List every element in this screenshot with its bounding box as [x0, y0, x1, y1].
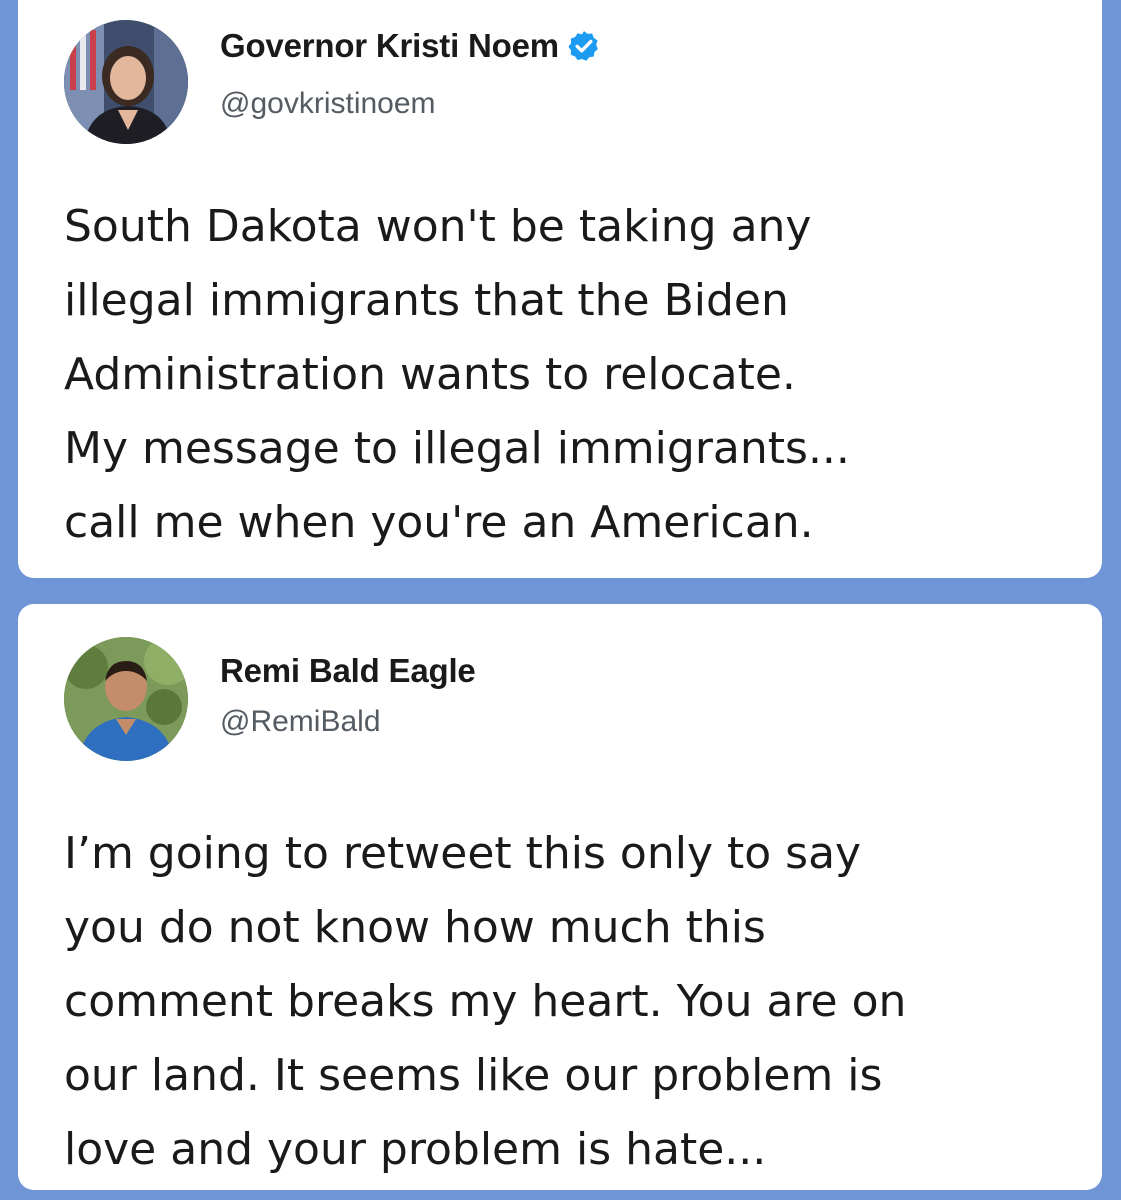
- tweet-text-line: I’m going to retweet this only to say: [64, 828, 862, 879]
- display-name[interactable]: Governor Kristi Noem: [220, 26, 559, 66]
- tweet-text-line: illegal immigrants that the Biden: [64, 275, 789, 326]
- tweet-text: I’m going to retweet this only to say yo…: [64, 817, 1084, 1187]
- tweet-card: Governor Kristi Noem @govkristinoem Sout…: [18, 0, 1102, 578]
- tweet-text-line: Administration wants to relocate.: [64, 349, 796, 400]
- verified-badge-icon: [568, 31, 598, 61]
- user-handle[interactable]: @RemiBald: [220, 704, 381, 740]
- tweet-text-line: you do not know how much this: [64, 902, 766, 953]
- display-name[interactable]: Remi Bald Eagle: [220, 651, 476, 691]
- tweet-text-line: South Dakota won't be taking any: [64, 201, 812, 252]
- tweet-text-line: comment breaks my heart. You are on: [64, 976, 907, 1027]
- tweet-text-line: our land. It seems like our problem is: [64, 1050, 883, 1101]
- tweet-card: Remi Bald Eagle @RemiBald I’m going to r…: [18, 604, 1102, 1190]
- profile-photo-icon: [64, 20, 188, 144]
- tweet-text: South Dakota won't be taking any illegal…: [64, 190, 1084, 560]
- user-handle[interactable]: @govkristinoem: [220, 86, 436, 122]
- tweet-text-line: love and your problem is hate...: [64, 1124, 767, 1175]
- tweet-text-line: My message to illegal immigrants...: [64, 423, 850, 474]
- avatar[interactable]: [64, 20, 188, 144]
- tweet-text-line: call me when you're an American.: [64, 497, 814, 548]
- avatar[interactable]: [64, 637, 188, 761]
- profile-photo-icon: [64, 637, 188, 761]
